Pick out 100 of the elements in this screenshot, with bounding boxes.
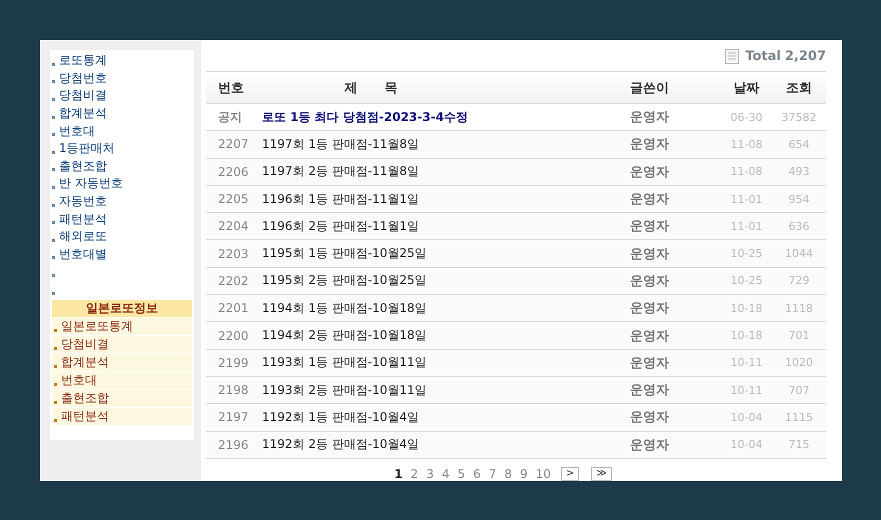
table-cell-text: 11-01 bbox=[730, 220, 764, 233]
sidebar-link[interactable]: 출현조합 bbox=[52, 389, 192, 408]
post-title-link[interactable]: 로또 1등 최다 당첨점-2023-3-4수정 bbox=[262, 110, 468, 124]
table-cell-text: 654 bbox=[788, 138, 810, 151]
table-cell-text: 10-25 bbox=[730, 247, 764, 260]
sidebar-link[interactable]: 해외로또 bbox=[50, 228, 194, 246]
table-cell-text: 2203 bbox=[217, 246, 250, 261]
table-cell-text: 운영자 bbox=[630, 272, 670, 290]
table-cell-text: 2201 bbox=[217, 301, 250, 316]
sidebar-link[interactable]: 패턴분석 bbox=[50, 210, 194, 228]
table-cell-text: 2198 bbox=[217, 383, 250, 398]
table-cell-text: 운영자 bbox=[630, 164, 670, 181]
table-cell-text: 493 bbox=[788, 165, 810, 178]
post-title-link[interactable]: 1192회 1등 판매점-10월4일 bbox=[262, 410, 420, 424]
sidebar-link[interactable]: 번호대 bbox=[50, 122, 194, 140]
sidebar-link[interactable]: 자동번호 bbox=[50, 192, 194, 210]
post-title-link[interactable]: 1197회 2등 판매점-11월8일 bbox=[262, 164, 420, 178]
table-cell-text: 운영자 bbox=[630, 218, 670, 236]
table-cell-text: 2199 bbox=[217, 356, 250, 370]
post-title-link[interactable]: 1195회 2등 판매점-10월25일 bbox=[262, 273, 427, 288]
table-cell-text: 공지 bbox=[217, 108, 243, 126]
page-link[interactable]: 1 bbox=[390, 466, 407, 481]
table-cell-text: 2205 bbox=[217, 192, 250, 206]
sidebar-link[interactable]: 번호대별 bbox=[50, 246, 194, 264]
page-link[interactable]: 2 bbox=[406, 466, 422, 481]
table-cell-text: 운영자 bbox=[630, 300, 670, 318]
page-link[interactable]: 4 bbox=[438, 466, 454, 481]
page-link[interactable]: 5 bbox=[453, 466, 470, 481]
table-cell-text: 2207 bbox=[217, 137, 250, 152]
table-cell-text: 10-04 bbox=[730, 410, 764, 424]
table-cell-text: 2204 bbox=[217, 219, 250, 234]
column-header: 제 목 bbox=[343, 80, 399, 96]
sidebar-link[interactable]: 당첨비결 bbox=[50, 87, 194, 105]
bullet-icon bbox=[52, 292, 55, 295]
table-cell-text: 운영자 bbox=[630, 328, 670, 345]
table-cell-text: 1118 bbox=[784, 302, 814, 315]
table-cell-text: 10-04 bbox=[730, 438, 764, 452]
table-cell-text: 2206 bbox=[217, 164, 250, 179]
last-page-button[interactable]: ≫ bbox=[591, 466, 612, 481]
sidebar-link[interactable]: 번호대 bbox=[52, 371, 192, 390]
table-cell-text: 707 bbox=[788, 384, 810, 397]
table-cell-text: 운영자 bbox=[630, 436, 670, 454]
post-title-link[interactable]: 1194회 1등 판매점-10월18일 bbox=[262, 300, 427, 315]
column-header: 번호 bbox=[217, 80, 245, 96]
page-link[interactable]: 6 bbox=[469, 466, 485, 481]
post-title-link[interactable]: 1193회 1등 판매점-10월11일 bbox=[262, 355, 427, 370]
column-header: 글쓴이 bbox=[630, 80, 670, 96]
list-icon bbox=[725, 49, 740, 64]
next-page-button[interactable]: > bbox=[560, 466, 580, 481]
page-link[interactable]: 3 bbox=[422, 466, 438, 481]
bullet-icon bbox=[52, 274, 55, 277]
sidebar-link[interactable]: 당첨비결 bbox=[52, 335, 192, 354]
table-cell-text: 운영자 bbox=[630, 246, 670, 263]
table-cell-text: 10-11 bbox=[730, 356, 764, 370]
sidebar-link[interactable]: 당첨번호 bbox=[50, 70, 194, 88]
table-cell-text: 10-18 bbox=[730, 329, 764, 342]
table-cell-text: 1020 bbox=[784, 356, 814, 370]
table-cell-text: 운영자 bbox=[630, 109, 670, 126]
table-cell-text: 701 bbox=[788, 329, 810, 342]
post-title-link[interactable]: 1193회 2등 판매점-10월11일 bbox=[262, 382, 427, 397]
column-header: 날짜 bbox=[732, 80, 760, 96]
sidebar-link[interactable]: 출현조합 bbox=[50, 158, 194, 176]
table-cell-text: 715 bbox=[788, 438, 810, 452]
table-cell-text: 636 bbox=[788, 220, 810, 233]
page-link[interactable]: 9 bbox=[516, 466, 532, 481]
sidebar-link[interactable]: 합계분석 bbox=[52, 353, 192, 372]
table-cell-text: 954 bbox=[788, 192, 810, 206]
table-cell-text: 2202 bbox=[217, 274, 250, 288]
table-cell-text: 10-25 bbox=[730, 274, 764, 288]
sidebar-link[interactable]: 패턴분석 bbox=[52, 407, 192, 426]
page-link[interactable]: 10 bbox=[532, 466, 555, 481]
table-cell-text: 2200 bbox=[217, 328, 250, 343]
sidebar-link[interactable]: 로또통계 bbox=[50, 52, 194, 70]
table-cell-text: 운영자 bbox=[630, 354, 670, 372]
sidebar-link[interactable]: 합계분석 bbox=[50, 104, 194, 122]
page-link[interactable]: 7 bbox=[484, 466, 500, 481]
total-count: 2,207 bbox=[784, 49, 826, 64]
post-title-link[interactable]: 1194회 2등 판매점-10월18일 bbox=[262, 328, 427, 342]
post-title-link[interactable]: 1196회 2등 판매점-11월1일 bbox=[262, 218, 420, 233]
table-cell-text: 10-18 bbox=[730, 302, 764, 315]
section-title: 일본로또정보 bbox=[52, 300, 192, 318]
sidebar-link[interactable]: 1등판매처 bbox=[50, 140, 194, 158]
table-cell-text: 운영자 bbox=[630, 136, 670, 154]
table-cell-text: 1115 bbox=[784, 410, 814, 424]
table-cell-text: 운영자 bbox=[630, 191, 670, 208]
table-cell-text: 11-01 bbox=[730, 192, 764, 206]
table-cell-text: 2197 bbox=[217, 410, 250, 424]
sidebar-link[interactable]: 반 자동번호 bbox=[50, 175, 194, 193]
table-cell-text: 10-11 bbox=[730, 384, 764, 397]
page-link[interactable]: 8 bbox=[500, 466, 516, 481]
post-title-link[interactable]: 1192회 2등 판매점-10월4일 bbox=[262, 437, 420, 452]
total-label: Total bbox=[745, 49, 781, 64]
sidebar-link[interactable]: 일본로또통계 bbox=[52, 317, 192, 336]
table-cell-text: 37582 bbox=[780, 110, 818, 124]
post-title-link[interactable]: 1197회 1등 판매점-11월8일 bbox=[262, 136, 420, 151]
post-title-link[interactable]: 1196회 1등 판매점-11월1일 bbox=[262, 192, 420, 206]
table-cell-text: 06-30 bbox=[730, 110, 764, 124]
table-cell-text: 729 bbox=[788, 274, 810, 288]
post-title-link[interactable]: 1195회 1등 판매점-10월25일 bbox=[262, 246, 427, 260]
table-cell-text: 1044 bbox=[784, 247, 814, 260]
